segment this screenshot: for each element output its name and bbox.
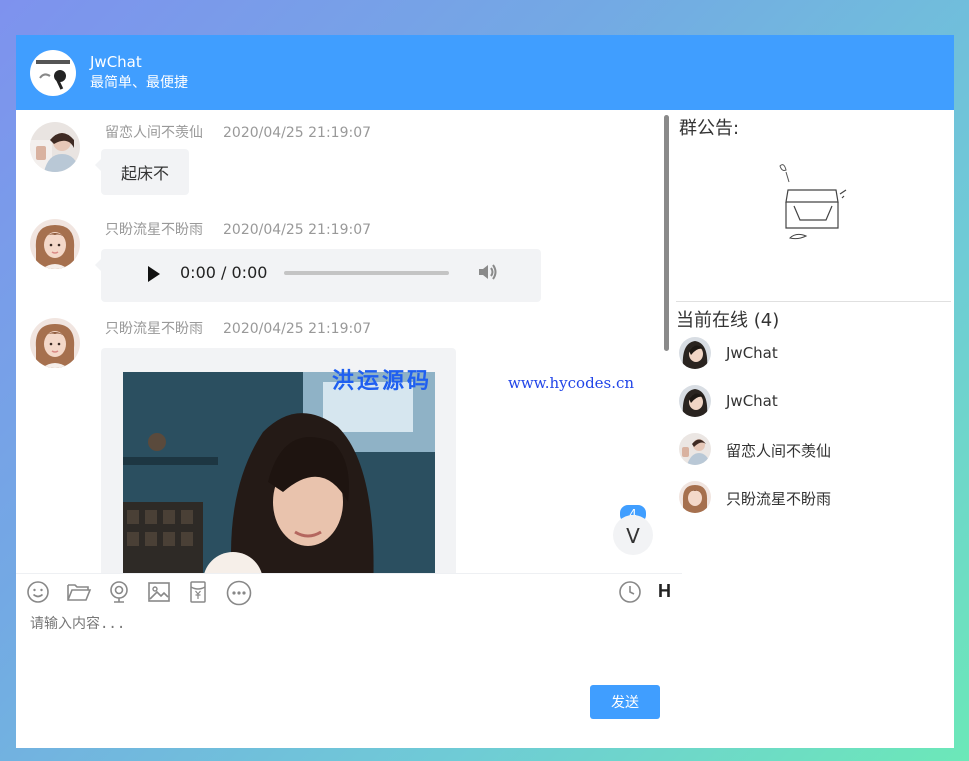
chat-header: JwChat 最简单、最便捷: [16, 35, 954, 110]
audio-player: 0:00 / 0:00: [95, 249, 541, 302]
online-user-name: JwChat: [726, 392, 778, 410]
watermark-cn: 洪运源码: [332, 368, 433, 394]
smile-icon[interactable]: [26, 580, 50, 604]
send-button[interactable]: 发送: [590, 685, 660, 719]
message-meta: 只盼流星不盼雨 2020/04/25 21:19:07: [105, 219, 371, 239]
volume-icon[interactable]: [477, 262, 499, 286]
message-sender: 只盼流星不盼雨: [105, 321, 203, 337]
sidebar-divider: [676, 301, 951, 302]
avatar: [679, 481, 711, 513]
image-icon[interactable]: [147, 580, 171, 604]
scroll-to-new-button[interactable]: V: [613, 515, 653, 555]
audio-progress[interactable]: [284, 271, 449, 275]
input-toolbar: H: [16, 573, 682, 610]
message-sender: 只盼流星不盼雨: [105, 222, 203, 238]
avatar[interactable]: [30, 122, 80, 172]
message-time: 2020/04/25 21:19:07: [223, 321, 372, 337]
chat-logo: [30, 50, 76, 96]
avatar[interactable]: [30, 219, 80, 269]
webcam-icon[interactable]: [107, 580, 131, 604]
red-packet-icon[interactable]: [188, 580, 212, 604]
message-meta: 只盼流星不盼雨 2020/04/25 21:19:07: [105, 318, 371, 338]
message-time: 2020/04/25 21:19:07: [223, 222, 372, 238]
online-user-name: JwChat: [726, 344, 778, 362]
message-list[interactable]: 留恋人间不羡仙 2020/04/25 21:19:07 起床不 只盼流星不盼雨 …: [16, 110, 668, 573]
message-image[interactable]: [123, 372, 435, 573]
play-icon[interactable]: [148, 266, 160, 282]
group-sidebar: 群公告: 当前在线 (4) JwChat JwChat 留恋人间不羡仙 只盼流星…: [676, 110, 954, 748]
avatar: [679, 337, 711, 369]
message-text: 起床不: [121, 164, 170, 183]
empty-box-icon: [776, 160, 856, 250]
message-time: 2020/04/25 21:19:07: [223, 125, 372, 141]
avatar: [679, 433, 711, 465]
history-icon[interactable]: [618, 580, 642, 604]
more-icon[interactable]: [226, 580, 252, 606]
folder-icon[interactable]: [66, 580, 92, 604]
online-user-name: 只盼流星不盼雨: [726, 490, 832, 508]
watermark-en: www.hycodes.cn: [508, 374, 635, 392]
history-label[interactable]: H: [658, 581, 671, 602]
message-input[interactable]: [28, 611, 672, 675]
online-title: 当前在线 (4): [676, 310, 780, 331]
avatar[interactable]: [30, 318, 80, 368]
notice-title: 群公告:: [679, 118, 740, 139]
avatar: [679, 385, 711, 417]
chat-subtitle: 最简单、最便捷: [90, 75, 188, 91]
message-scrollbar[interactable]: [664, 115, 669, 351]
audio-time: 0:00 / 0:00: [180, 263, 268, 282]
chat-title: JwChat: [90, 53, 142, 71]
message-meta: 留恋人间不羡仙 2020/04/25 21:19:07: [105, 122, 371, 142]
message-sender: 留恋人间不羡仙: [105, 125, 203, 141]
online-user-name: 留恋人间不羡仙: [726, 442, 832, 460]
chat-window: JwChat 最简单、最便捷 留恋人间不羡仙 2020/04/25 21:19:0…: [16, 35, 954, 748]
message-bubble: 起床不: [94, 149, 190, 195]
